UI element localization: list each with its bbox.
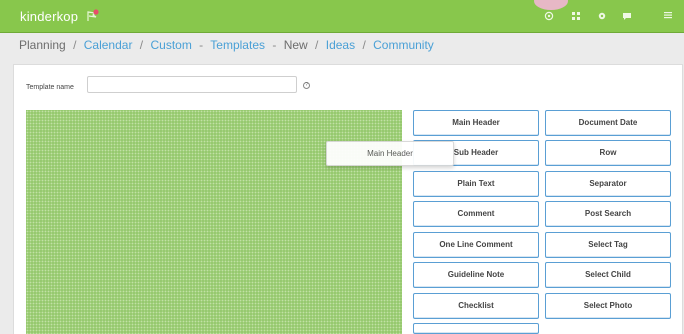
row-button[interactable]: Row xyxy=(545,140,671,166)
breadcrumb-separator: / xyxy=(315,38,319,52)
grid-icon[interactable] xyxy=(570,11,582,23)
main-header-button[interactable]: Main Header xyxy=(413,110,539,136)
palette-button-partial[interactable] xyxy=(413,323,539,334)
breadcrumb-ideas[interactable]: Ideas xyxy=(326,38,355,52)
chat-icon[interactable] xyxy=(621,11,633,23)
breadcrumb-planning[interactable]: Planning xyxy=(19,38,66,52)
breadcrumb-community[interactable]: Community xyxy=(373,38,434,52)
breadcrumb-templates[interactable]: Templates xyxy=(210,38,265,52)
flag-icon xyxy=(87,9,99,21)
post-search-button[interactable]: Post Search xyxy=(545,201,671,227)
one-line-comment-button[interactable]: One Line Comment xyxy=(413,232,539,258)
select-photo-button[interactable]: Select Photo xyxy=(545,293,671,319)
select-child-button[interactable]: Select Child xyxy=(545,262,671,288)
globe-icon[interactable] xyxy=(543,11,555,23)
template-name-label: Template name xyxy=(26,84,74,91)
breadcrumb-separator: - xyxy=(272,38,277,52)
template-name-input[interactable] xyxy=(87,76,297,93)
help-icon[interactable]: ? xyxy=(303,82,310,89)
document-date-button[interactable]: Document Date xyxy=(545,110,671,136)
separator-button[interactable]: Separator xyxy=(545,171,671,197)
gear-icon[interactable] xyxy=(596,11,608,23)
breadcrumb-separator: - xyxy=(199,38,204,52)
breadcrumb-separator: / xyxy=(73,38,77,52)
dragged-main-header-ghost[interactable]: Main Header xyxy=(326,141,454,166)
breadcrumb: Planning / Calendar / Custom - Templates… xyxy=(19,38,434,54)
checklist-button[interactable]: Checklist xyxy=(413,293,539,319)
notification-blob xyxy=(534,0,568,10)
breadcrumb-custom[interactable]: Custom xyxy=(150,38,191,52)
app-logo[interactable]: kinderkop xyxy=(20,9,78,24)
breadcrumb-separator: / xyxy=(139,38,144,52)
breadcrumb-calendar[interactable]: Calendar xyxy=(84,38,133,52)
menu-icon[interactable] xyxy=(662,11,674,23)
top-bar: kinderkop xyxy=(0,0,684,33)
comment-button[interactable]: Comment xyxy=(413,201,539,227)
guideline-note-button[interactable]: Guideline Note xyxy=(413,262,539,288)
breadcrumb-separator: / xyxy=(362,38,366,52)
plain-text-button[interactable]: Plain Text xyxy=(413,171,539,197)
select-tag-button[interactable]: Select Tag xyxy=(545,232,671,258)
breadcrumb-new: New xyxy=(283,38,308,52)
